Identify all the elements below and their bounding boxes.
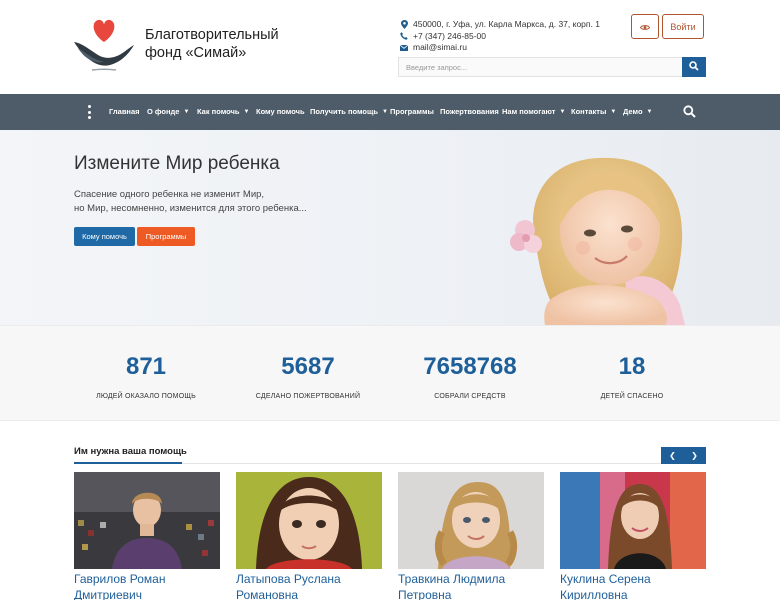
hero-text-line-1: Спасение одного ребенка не изменит Мир, xyxy=(74,189,265,200)
chevron-down-icon: ▼ xyxy=(646,109,653,115)
stat-label: ДЕТЕЙ СПАСЕНО xyxy=(600,393,664,400)
child-card[interactable]: Гаврилов Роман Дмитриевич xyxy=(74,472,220,600)
stat-donations: 5687 СДЕЛАНО ПОЖЕРТВОВАНИЙ xyxy=(228,326,388,400)
child-name-line-2: Кирилловна xyxy=(560,588,628,600)
search-icon[interactable] xyxy=(683,105,696,118)
child-name-line-1: Куклина Серена xyxy=(560,572,651,586)
child-photo[interactable] xyxy=(236,472,382,569)
email-link[interactable]: mail@simai.ru xyxy=(413,42,467,54)
chevron-down-icon: ▼ xyxy=(243,109,250,115)
stat-label: СОБРАЛИ СРЕДСТВ xyxy=(434,393,506,400)
nav-label: Главная xyxy=(109,107,140,116)
chevron-down-icon: ▼ xyxy=(610,109,617,115)
search-input[interactable] xyxy=(398,57,682,77)
child-photo[interactable] xyxy=(560,472,706,569)
chevron-down-icon: ▼ xyxy=(559,109,566,115)
nav-item-whom-to-help[interactable]: Кому помочь xyxy=(256,94,305,130)
child-photo[interactable] xyxy=(398,472,544,569)
eye-icon xyxy=(639,18,651,36)
address-row: 450000, г. Уфа, ул. Карла Маркса, д. 37,… xyxy=(400,19,600,31)
child-name-line-1: Гаврилов Роман xyxy=(74,572,166,586)
chevron-down-icon: ▼ xyxy=(183,109,190,115)
stats-section: 871 ЛЮДЕЙ ОКАЗАЛО ПОМОЩЬ 5687 СДЕЛАНО ПО… xyxy=(0,325,780,421)
nav-item-home[interactable]: Главная xyxy=(109,94,140,130)
nav-label: Пожертвования xyxy=(440,107,499,116)
brand-line-1: Благотворительный xyxy=(145,27,279,43)
nav-item-get-help[interactable]: Получить помощь ▼ xyxy=(310,94,388,130)
nav-label: Демо xyxy=(623,107,643,116)
hero-title: Измените Мир ребенка xyxy=(74,153,280,174)
nav-label: Кому помочь xyxy=(256,107,305,116)
nav-item-partners[interactable]: Нам помогают ▼ xyxy=(502,94,565,130)
child-name-line-1: Латыпова Руслана xyxy=(236,572,341,586)
stat-funds-raised: 7658768 СОБРАЛИ СРЕДСТВ xyxy=(390,326,550,400)
email-row: mail@simai.ru xyxy=(400,42,600,54)
nav-label: О фонде xyxy=(147,107,180,116)
nav-item-how-to-help[interactable]: Как помочь ▼ xyxy=(197,94,249,130)
nav-item-demo[interactable]: Демо ▼ xyxy=(623,94,653,130)
programs-button[interactable]: Программы xyxy=(137,227,195,246)
hero-text-line-2: но Мир, несомненно, изменится для этого … xyxy=(74,203,307,214)
section-divider xyxy=(182,463,706,464)
nav-item-programs[interactable]: Программы xyxy=(390,94,434,130)
stat-label: ЛЮДЕЙ ОКАЗАЛО ПОМОЩЬ xyxy=(96,393,196,400)
accessibility-button[interactable] xyxy=(631,14,659,39)
child-card[interactable]: Травкина Людмила Петровна xyxy=(398,472,544,600)
stat-value: 7658768 xyxy=(423,353,517,380)
nav-label: Нам помогают xyxy=(502,107,556,116)
hero-child-photo xyxy=(510,157,685,325)
site-header: Благотворительный фонд «Симай» 450000, г… xyxy=(0,0,780,94)
whom-to-help-button[interactable]: Кому помочь xyxy=(74,227,135,246)
nav-label: Контакты xyxy=(571,107,607,116)
child-name[interactable]: Гаврилов Роман Дмитриевич xyxy=(74,571,220,600)
child-name[interactable]: Травкина Людмила Петровна xyxy=(398,571,544,600)
hero-text: Спасение одного ребенка не изменит Мир, … xyxy=(74,188,307,216)
location-pin-icon xyxy=(400,20,408,30)
stat-value: 5687 xyxy=(281,353,335,380)
child-name[interactable]: Куклина Серена Кирилловна xyxy=(560,571,706,600)
child-name-line-2: Дмитриевич xyxy=(74,588,142,600)
heart-hand-logo[interactable] xyxy=(72,12,136,74)
search-icon xyxy=(689,58,699,76)
search-button[interactable] xyxy=(682,57,706,77)
nav-item-donations[interactable]: Пожертвования xyxy=(440,94,499,130)
menu-dots-icon[interactable] xyxy=(86,105,92,119)
chevron-down-icon: ▼ xyxy=(381,109,388,115)
mail-icon xyxy=(400,44,408,52)
phone-text[interactable]: +7 (347) 246-85-00 xyxy=(413,31,486,43)
phone-row: +7 (347) 246-85-00 xyxy=(400,31,600,43)
chevron-right-icon: ❯ xyxy=(691,451,698,460)
hero-banner: Измените Мир ребенка Спасение одного реб… xyxy=(0,130,780,325)
section-title-underline xyxy=(74,462,182,464)
brand-line-2: фонд «Симай» xyxy=(145,45,247,61)
brand-name[interactable]: Благотворительный фонд «Симай» xyxy=(145,26,279,62)
child-photo[interactable] xyxy=(74,472,220,569)
section-title: Им нужна ваша помощь xyxy=(74,446,187,457)
child-card[interactable]: Латыпова Руслана Романовна xyxy=(236,472,382,600)
login-button[interactable]: Войти xyxy=(662,14,704,39)
stat-value: 18 xyxy=(618,353,646,380)
nav-item-contacts[interactable]: Контакты ▼ xyxy=(571,94,616,130)
stat-people-helped: 871 ЛЮДЕЙ ОКАЗАЛО ПОМОЩЬ xyxy=(66,326,226,400)
carousel-next-button[interactable]: ❯ xyxy=(683,447,706,464)
address-text: 450000, г. Уфа, ул. Карла Маркса, д. 37,… xyxy=(413,19,600,29)
carousel-prev-button[interactable]: ❮ xyxy=(661,447,684,464)
phone-icon xyxy=(400,32,408,40)
nav-label: Как помочь xyxy=(197,107,240,116)
child-name-line-2: Петровна xyxy=(398,588,452,600)
stat-label: СДЕЛАНО ПОЖЕРТВОВАНИЙ xyxy=(255,393,361,400)
child-name[interactable]: Латыпова Руслана Романовна xyxy=(236,571,382,600)
nav-item-about[interactable]: О фонде ▼ xyxy=(147,94,189,130)
nav-label: Получить помощь xyxy=(310,107,378,116)
contacts-block: 450000, г. Уфа, ул. Карла Маркса, д. 37,… xyxy=(400,19,600,54)
stat-value: 871 xyxy=(125,353,167,380)
main-nav: Главная О фонде ▼ Как помочь ▼ Кому помочь… xyxy=(0,94,780,130)
chevron-left-icon: ❮ xyxy=(669,451,676,460)
child-name-line-2: Романовна xyxy=(236,588,299,600)
child-card[interactable]: Куклина Серена Кирилловна xyxy=(560,472,706,600)
stat-children-saved: 18 ДЕТЕЙ СПАСЕНО xyxy=(552,326,712,400)
nav-label: Программы xyxy=(390,107,434,116)
child-name-line-1: Травкина Людмила xyxy=(398,572,506,586)
